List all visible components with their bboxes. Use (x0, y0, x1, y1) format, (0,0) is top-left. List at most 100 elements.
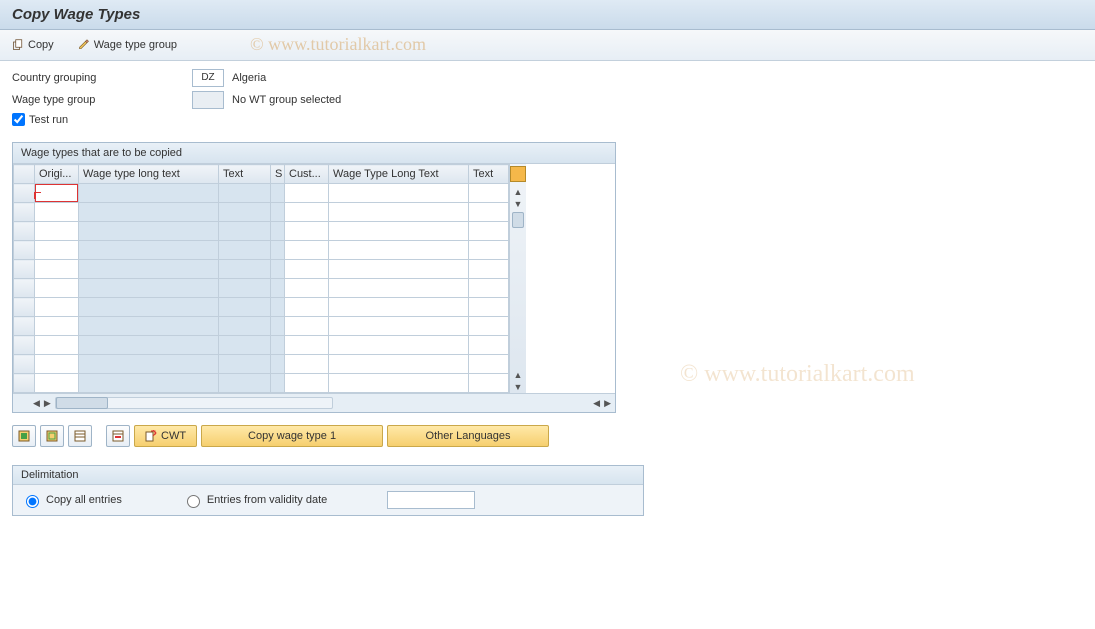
cell-longtext2[interactable] (329, 203, 469, 222)
cell-cust[interactable] (285, 260, 329, 279)
copy-all-entries-radio[interactable]: Copy all entries (21, 492, 122, 508)
cell-origi[interactable] (35, 260, 79, 279)
cell-text2[interactable] (469, 203, 509, 222)
cell-longtext2[interactable] (329, 184, 469, 203)
cell-cust[interactable] (285, 317, 329, 336)
row-select-handle[interactable] (14, 222, 35, 241)
cell-longtext2[interactable] (329, 241, 469, 260)
col-longtext1[interactable]: Wage type long text (79, 165, 219, 184)
row-select-handle[interactable] (14, 184, 35, 203)
row-select-handle[interactable] (14, 355, 35, 374)
row-select-handle[interactable] (14, 279, 35, 298)
grid-vscroll[interactable]: ▲ ▼ ▲ ▼ (509, 164, 526, 393)
table-row[interactable] (14, 222, 509, 241)
select-all-button[interactable] (12, 425, 36, 447)
test-run-checkbox[interactable] (12, 113, 25, 126)
entries-from-date-radio-input[interactable] (187, 495, 200, 508)
cell-text2[interactable] (469, 222, 509, 241)
cell-cust[interactable] (285, 241, 329, 260)
validity-date-input[interactable] (387, 491, 475, 509)
delete-row-button[interactable] (106, 425, 130, 447)
scroll-up-icon[interactable]: ▲ (514, 186, 523, 198)
cell-text2[interactable] (469, 355, 509, 374)
hscroll-track1[interactable] (55, 397, 333, 409)
cell-cust[interactable] (285, 374, 329, 393)
row-select-handle[interactable] (14, 374, 35, 393)
scroll-up2-icon[interactable]: ▲ (514, 369, 523, 381)
table-row[interactable] (14, 279, 509, 298)
cell-origi[interactable] (35, 298, 79, 317)
cell-text2[interactable] (469, 279, 509, 298)
cell-text2[interactable] (469, 260, 509, 279)
cell-cust[interactable] (285, 298, 329, 317)
table-row[interactable] (14, 374, 509, 393)
row-select-handle[interactable] (14, 298, 35, 317)
table-row[interactable] (14, 298, 509, 317)
table-row[interactable] (14, 260, 509, 279)
table-row[interactable] (14, 317, 509, 336)
cell-text2[interactable] (469, 317, 509, 336)
deselect-all-button[interactable] (40, 425, 64, 447)
cell-origi[interactable] (35, 355, 79, 374)
cell-cust[interactable] (285, 222, 329, 241)
other-languages-button[interactable]: Other Languages (387, 425, 549, 447)
cell-longtext2[interactable] (329, 260, 469, 279)
hscroll-left2-icon[interactable]: ◀ (593, 397, 600, 409)
copy-toolbar-button[interactable]: Copy (8, 37, 58, 53)
country-grouping-input[interactable]: DZ (192, 69, 224, 87)
cwt-button[interactable]: CWT (134, 425, 197, 447)
cell-longtext2[interactable] (329, 222, 469, 241)
table-row[interactable] (14, 355, 509, 374)
cell-text2[interactable] (469, 336, 509, 355)
table-row[interactable] (14, 241, 509, 260)
grid-config-icon[interactable] (510, 166, 526, 182)
cell-cust[interactable] (285, 184, 329, 203)
cell-longtext2[interactable] (329, 374, 469, 393)
cell-origi[interactable] (35, 203, 79, 222)
cell-origi[interactable] (35, 241, 79, 260)
cell-text2[interactable] (469, 241, 509, 260)
wage-type-group-toolbar-button[interactable]: Wage type group (74, 37, 181, 53)
cell-cust[interactable] (285, 203, 329, 222)
row-select-handle[interactable] (14, 317, 35, 336)
row-select-handle[interactable] (14, 241, 35, 260)
table-row[interactable] (14, 184, 509, 203)
cell-origi[interactable] (35, 374, 79, 393)
grid-action3-button[interactable] (68, 425, 92, 447)
vscroll-thumb[interactable] (512, 212, 524, 228)
cell-longtext2[interactable] (329, 279, 469, 298)
hscroll-left1-icon[interactable]: ◀ (33, 397, 40, 409)
cell-cust[interactable] (285, 355, 329, 374)
col-longtext2[interactable]: Wage Type Long Text (329, 165, 469, 184)
col-cust[interactable]: Cust... (285, 165, 329, 184)
scroll-down-icon[interactable]: ▼ (514, 198, 523, 210)
copy-wage-type-1-button[interactable]: Copy wage type 1 (201, 425, 383, 447)
cell-origi[interactable] (35, 279, 79, 298)
cell-cust[interactable] (285, 336, 329, 355)
cell-cust[interactable] (285, 279, 329, 298)
hscroll-right2-icon[interactable]: ▶ (604, 397, 611, 409)
cell-longtext2[interactable] (329, 298, 469, 317)
cell-longtext2[interactable] (329, 336, 469, 355)
row-select-handle[interactable] (14, 336, 35, 355)
scroll-down2-icon[interactable]: ▼ (514, 381, 523, 393)
cell-origi[interactable] (35, 184, 79, 203)
col-s[interactable]: S (271, 165, 285, 184)
cell-text2[interactable] (469, 184, 509, 203)
grid-select-all[interactable] (14, 165, 35, 184)
cell-longtext2[interactable] (329, 317, 469, 336)
cell-longtext2[interactable] (329, 355, 469, 374)
cell-origi[interactable] (35, 336, 79, 355)
cell-text2[interactable] (469, 298, 509, 317)
entries-from-date-radio[interactable]: Entries from validity date (182, 492, 327, 508)
table-row[interactable] (14, 203, 509, 222)
wage-type-group-input[interactable] (192, 91, 224, 109)
row-select-handle[interactable] (14, 260, 35, 279)
row-select-handle[interactable] (14, 203, 35, 222)
col-text1[interactable]: Text (219, 165, 271, 184)
cell-origi[interactable] (35, 222, 79, 241)
wage-types-grid[interactable]: Origi... Wage type long text Text S Cust… (13, 164, 509, 393)
cell-text2[interactable] (469, 374, 509, 393)
hscroll-right1-icon[interactable]: ▶ (44, 397, 51, 409)
copy-all-entries-radio-input[interactable] (26, 495, 39, 508)
